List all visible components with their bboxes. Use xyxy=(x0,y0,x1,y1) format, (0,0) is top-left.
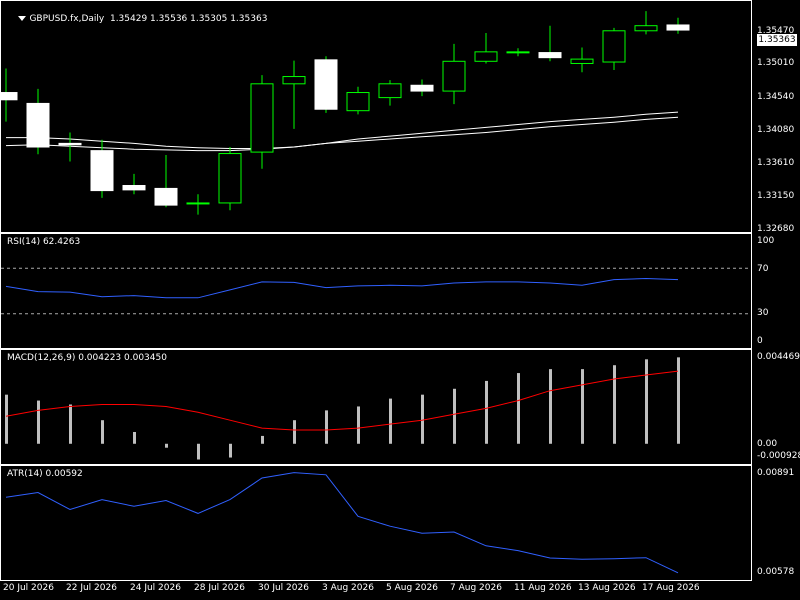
candle-body xyxy=(186,202,210,205)
candle-body xyxy=(346,92,370,112)
symbol-header: GBPUSD.fx,Daily 1.35429 1.35536 1.35305 … xyxy=(7,4,267,34)
time-tick-label: 11 Aug 2026 xyxy=(514,583,572,593)
macd-histogram-bar xyxy=(133,431,136,444)
candle-body xyxy=(154,187,178,206)
macd-histogram-bar xyxy=(517,373,520,444)
price-tick-label: 1.34540 xyxy=(757,92,795,102)
atr-tick-label: 0.00891 xyxy=(757,468,795,478)
moving-average-slow xyxy=(5,116,679,152)
rsi-tick-label: 100 xyxy=(757,236,775,246)
candle-body xyxy=(506,51,530,54)
atr-axis: 0.00891 0.00578 xyxy=(753,465,800,581)
candle-body xyxy=(474,51,498,62)
candle-body xyxy=(122,185,146,191)
time-tick-label: 28 Jul 2026 xyxy=(194,583,245,593)
time-tick-label: 20 Jul 2026 xyxy=(3,583,54,593)
time-tick-label: 24 Jul 2026 xyxy=(130,583,181,593)
macd-histogram-bar xyxy=(581,369,584,444)
rsi-chart xyxy=(1,267,751,315)
price-tick-label: 1.35010 xyxy=(757,58,795,68)
rsi-pane[interactable]: RSI(14) 62.4263 xyxy=(0,233,752,349)
macd-histogram-bar xyxy=(325,410,328,444)
rsi-tick-label: 30 xyxy=(757,308,769,318)
candle-body xyxy=(314,59,338,110)
time-tick-label: 13 Aug 2026 xyxy=(578,583,636,593)
macd-histogram-bar xyxy=(37,400,40,444)
rsi-tick-label: 0 xyxy=(757,336,763,346)
atr-header: ATR(14) 0.00592 xyxy=(7,469,83,479)
rsi-tick-label: 70 xyxy=(757,264,769,274)
candle-body xyxy=(410,84,434,92)
time-tick-label: 22 Jul 2026 xyxy=(66,583,117,593)
candle-body xyxy=(570,58,594,64)
candle-body xyxy=(538,52,562,59)
macd-axis: 0.004469 0.00 -0.000928 xyxy=(753,349,800,465)
macd-chart xyxy=(5,357,680,460)
candle-body xyxy=(602,30,626,63)
main-price-pane[interactable]: GBPUSD.fx,Daily 1.35429 1.35536 1.35305 … xyxy=(0,0,752,233)
macd-pane[interactable]: MACD(12,26,9) 0.004223 0.003450 xyxy=(0,349,752,465)
candle-body xyxy=(634,25,658,32)
macd-histogram-bar xyxy=(261,435,264,444)
candle-body xyxy=(442,60,466,92)
macd-histogram-bar xyxy=(5,394,8,444)
macd-histogram-bar xyxy=(453,388,456,444)
macd-histogram-bar xyxy=(197,443,200,460)
candle-body xyxy=(26,102,50,148)
rsi-axis: 100 70 30 0 xyxy=(753,233,800,349)
macd-histogram-bar xyxy=(293,420,296,444)
rsi-line xyxy=(5,277,679,299)
macd-histogram-bar xyxy=(645,359,648,444)
atr-pane[interactable]: ATR(14) 0.00592 xyxy=(0,465,752,581)
current-price-label: 1.35363 xyxy=(757,34,797,46)
macd-histogram-bar xyxy=(485,380,488,444)
time-tick-label: 5 Aug 2026 xyxy=(386,583,438,593)
price-tick-label: 1.33150 xyxy=(757,191,795,201)
candlestick-chart xyxy=(1,11,690,215)
atr-tick-label: 0.00578 xyxy=(757,567,795,577)
macd-histogram-bar xyxy=(389,398,392,444)
price-tick-label: 1.34080 xyxy=(757,125,795,135)
atr-line xyxy=(5,472,679,574)
moving-average-fast xyxy=(6,111,679,149)
macd-tick-label: 0.004469 xyxy=(757,352,800,362)
macd-histogram-bar xyxy=(421,394,424,444)
candle-body xyxy=(378,83,402,99)
candle-body xyxy=(218,153,242,204)
candle-body xyxy=(58,142,82,146)
dropdown-arrow-icon[interactable] xyxy=(18,16,27,21)
time-tick-label: 3 Aug 2026 xyxy=(322,583,374,593)
macd-signal-line xyxy=(5,370,679,431)
candle-body xyxy=(666,24,690,31)
candle-body xyxy=(1,92,18,101)
candle-body xyxy=(250,83,274,153)
macd-histogram-bar xyxy=(613,365,616,444)
time-tick-label: 17 Aug 2026 xyxy=(642,583,700,593)
atr-chart xyxy=(5,472,679,574)
symbol-quote-text: GBPUSD.fx,Daily 1.35429 1.35536 1.35305 … xyxy=(29,14,268,24)
macd-tick-label: 0.00 xyxy=(757,439,778,449)
macd-histogram-bar xyxy=(165,443,168,448)
macd-header: MACD(12,26,9) 0.004223 0.003450 xyxy=(7,353,167,363)
rsi-header: RSI(14) 62.4263 xyxy=(7,237,81,247)
time-tick-label: 30 Jul 2026 xyxy=(258,583,309,593)
macd-tick-label: -0.000928 xyxy=(757,451,800,461)
candle-body xyxy=(282,76,306,85)
time-tick-label: 7 Aug 2026 xyxy=(450,583,502,593)
macd-histogram-bar xyxy=(677,357,680,444)
macd-histogram-bar xyxy=(101,420,104,444)
candle-body xyxy=(90,150,114,192)
macd-histogram-bar xyxy=(69,404,72,444)
macd-histogram-bar xyxy=(357,406,360,444)
macd-histogram-bar xyxy=(229,443,232,458)
price-tick-label: 1.33610 xyxy=(757,158,795,168)
macd-histogram-bar xyxy=(549,369,552,444)
